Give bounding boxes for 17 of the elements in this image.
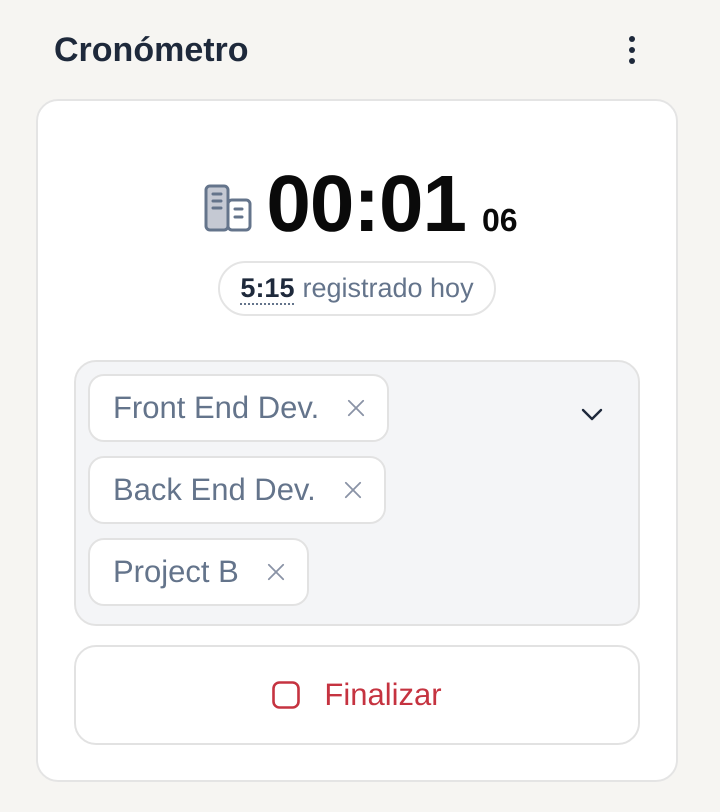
timer-seconds: 06 — [482, 202, 518, 239]
close-icon[interactable] — [344, 481, 362, 499]
tag-label: Front End Dev. — [113, 390, 320, 426]
close-icon[interactable] — [347, 399, 366, 417]
logged-label: registrado hoy — [302, 273, 474, 304]
widget-title: Cronómetro — [54, 30, 249, 71]
stop-icon — [272, 681, 300, 709]
logged-time[interactable]: 5:15 — [240, 272, 294, 304]
tag-label: Back End Dev. — [113, 472, 316, 508]
timer-display: 00:01 — [266, 163, 466, 245]
close-icon[interactable] — [266, 563, 285, 581]
more-options-icon[interactable] — [628, 35, 636, 65]
tag-label: Project B — [113, 554, 239, 590]
finish-button[interactable]: Finalizar — [74, 645, 640, 745]
buildings-icon — [204, 184, 252, 232]
chevron-down-icon[interactable] — [581, 408, 603, 421]
tag-select-field[interactable]: Front End Dev. Back End Dev. Project B — [74, 360, 640, 626]
